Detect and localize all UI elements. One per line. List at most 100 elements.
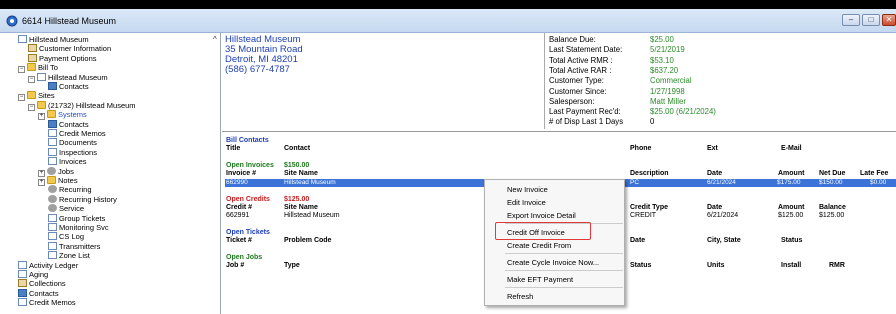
account-row: Customer Since: 1/27/1998: [549, 87, 889, 97]
credit-site-name[interactable]: Hillstead Museum: [284, 212, 340, 220]
account-value: 1/27/1998: [650, 86, 685, 96]
account-label: # of Disp Last 1 Days: [549, 117, 624, 127]
customer-address: Hillstead Museum 35 Mountain Road Detroi…: [225, 35, 303, 75]
tree-item[interactable]: Contacts: [48, 119, 89, 129]
col-problem-code: Problem Code: [284, 237, 332, 244]
credit-date[interactable]: 6/21/2024: [707, 212, 738, 220]
collapse-icon[interactable]: −: [18, 66, 25, 74]
open-invoices-heading: Open Invoices: [226, 162, 274, 169]
account-row: Balance Due: $25.00: [549, 35, 889, 45]
menu-refresh[interactable]: Refresh: [507, 292, 533, 301]
tree-item[interactable]: − Sites: [18, 91, 55, 102]
tree-item[interactable]: − (21732) Hillstead Museum: [28, 100, 136, 111]
col-credit-date: Date: [707, 204, 723, 211]
tree-item[interactable]: Contacts: [48, 82, 89, 91]
win-icon: [18, 288, 27, 297]
tree-item[interactable]: Monitoring Svc: [48, 223, 109, 232]
app-icon: [6, 15, 18, 27]
tree-item[interactable]: Zone List: [48, 251, 90, 260]
win-icon: [48, 82, 57, 90]
account-row: # of Disp Last 1 Days 0: [549, 117, 889, 127]
account-row: Last Payment Rec'd: $25.00 (6/21/2024): [549, 107, 889, 117]
col-units: Units: [707, 262, 725, 269]
menu-new-invoice[interactable]: New Invoice: [507, 185, 548, 194]
expand-icon[interactable]: +: [38, 179, 45, 186]
gear-icon: [48, 194, 57, 203]
menu-create-credit-from[interactable]: Create Credit From: [507, 241, 571, 250]
account-row: Last Statement Date: 5/21/2019: [549, 45, 889, 55]
col-job-status: Status: [630, 262, 652, 269]
open-jobs-heading: Open Jobs: [226, 254, 263, 261]
expand-icon[interactable]: +: [38, 113, 45, 121]
tree-item-label: (21732) Hillstead Museum: [48, 100, 136, 110]
tree-item-label: Notes: [58, 176, 78, 185]
tree-item-label: Payment Options: [39, 53, 97, 63]
collapse-icon[interactable]: −: [18, 94, 25, 102]
collapse-icon[interactable]: −: [28, 103, 35, 111]
tree-item[interactable]: Collections: [18, 279, 66, 288]
tree-item-label: Monitoring Svc: [59, 223, 109, 232]
tree-item[interactable]: Documents: [48, 138, 97, 147]
credit-number[interactable]: 662991: [226, 212, 249, 220]
tree-item[interactable]: − Bill To: [18, 63, 58, 74]
tree-item[interactable]: + Notes: [38, 176, 78, 186]
account-label: Customer Since:: [549, 86, 607, 96]
open-tickets-heading: Open Tickets: [226, 229, 270, 236]
navigation-tree[interactable]: ^ Hillstead Museum Customer Information Pa…: [14, 33, 221, 314]
col-job-type: Type: [284, 262, 300, 269]
tree-item[interactable]: CS Log: [48, 232, 84, 241]
tree-item-label: Jobs: [58, 166, 74, 176]
col-site-name: Site Name: [284, 170, 318, 177]
tree-item[interactable]: Inspections: [48, 147, 97, 157]
tree-item[interactable]: Aging: [18, 270, 48, 279]
menu-create-cycle-invoice[interactable]: Create Cycle Invoice Now...: [507, 258, 599, 267]
minimize-button[interactable]: ‒: [842, 14, 860, 26]
tree-item[interactable]: + Systems: [38, 110, 87, 121]
collapse-icon[interactable]: −: [28, 75, 35, 83]
tree-item-label: Credit Memos: [29, 298, 76, 308]
col-description: Description: [630, 170, 669, 177]
tree-item[interactable]: Payment Options: [28, 53, 97, 63]
col-invoice-no: Invoice #: [226, 170, 256, 177]
tree-item[interactable]: Invoices: [48, 157, 87, 166]
tree-item-label: Aging: [29, 270, 49, 279]
menu-edit-invoice[interactable]: Edit Invoice: [507, 198, 546, 207]
gear-icon: [48, 185, 57, 194]
tree-item[interactable]: Credit Memos: [18, 298, 76, 307]
tree-item[interactable]: Service: [48, 204, 84, 213]
tree-item[interactable]: Hillstead Museum: [18, 35, 89, 44]
tree-item-label: Activity Ledger: [29, 260, 79, 270]
tree-item[interactable]: Customer Information: [28, 44, 111, 53]
maximize-button[interactable]: □: [862, 14, 880, 26]
tree-item[interactable]: Recurring: [48, 185, 92, 194]
invoice-late-fee: $0.00: [870, 179, 887, 186]
menu-export-invoice-detail[interactable]: Export Invoice Detail: [507, 211, 576, 220]
tree-item[interactable]: − Hillstead Museum: [28, 72, 108, 83]
col-ticket-date: Date: [630, 237, 646, 244]
credit-type[interactable]: CREDIT: [630, 212, 656, 220]
tree-item-label: Contacts: [59, 119, 89, 129]
credit-balance[interactable]: $125.00: [819, 212, 844, 220]
col-title: Title: [226, 145, 241, 152]
credit-amount[interactable]: $125.00: [778, 212, 803, 220]
doc-icon: [48, 213, 57, 222]
tree-item[interactable]: + Jobs: [38, 166, 74, 177]
tree-item[interactable]: Credit Memos: [48, 129, 106, 138]
collapse-caret-icon[interactable]: ^: [213, 35, 217, 44]
doc-icon: [48, 232, 57, 241]
col-late-fee: Late Fee: [860, 170, 889, 177]
doc-icon: [48, 138, 57, 147]
tree-item[interactable]: Transmitters: [48, 241, 100, 251]
tree-item-label: Hillstead Museum: [29, 35, 89, 44]
tree-item[interactable]: Contacts: [18, 288, 59, 298]
customer-window: 6614 Hillstead Museum ‒ □ ✕ ^ Hillstead …: [0, 0, 896, 314]
doc-icon: [48, 157, 57, 166]
menu-make-eft-payment[interactable]: Make EFT Payment: [507, 275, 573, 284]
close-button[interactable]: ✕: [882, 14, 896, 26]
tree-item[interactable]: Activity Ledger: [18, 260, 79, 270]
doc-icon: [37, 72, 46, 81]
open-credits-total: $125.00: [284, 196, 310, 203]
tree-item-label: Sites: [38, 91, 55, 101]
tree-item[interactable]: Group Tickets: [48, 213, 105, 223]
tree-item[interactable]: Recurring History: [48, 194, 117, 204]
